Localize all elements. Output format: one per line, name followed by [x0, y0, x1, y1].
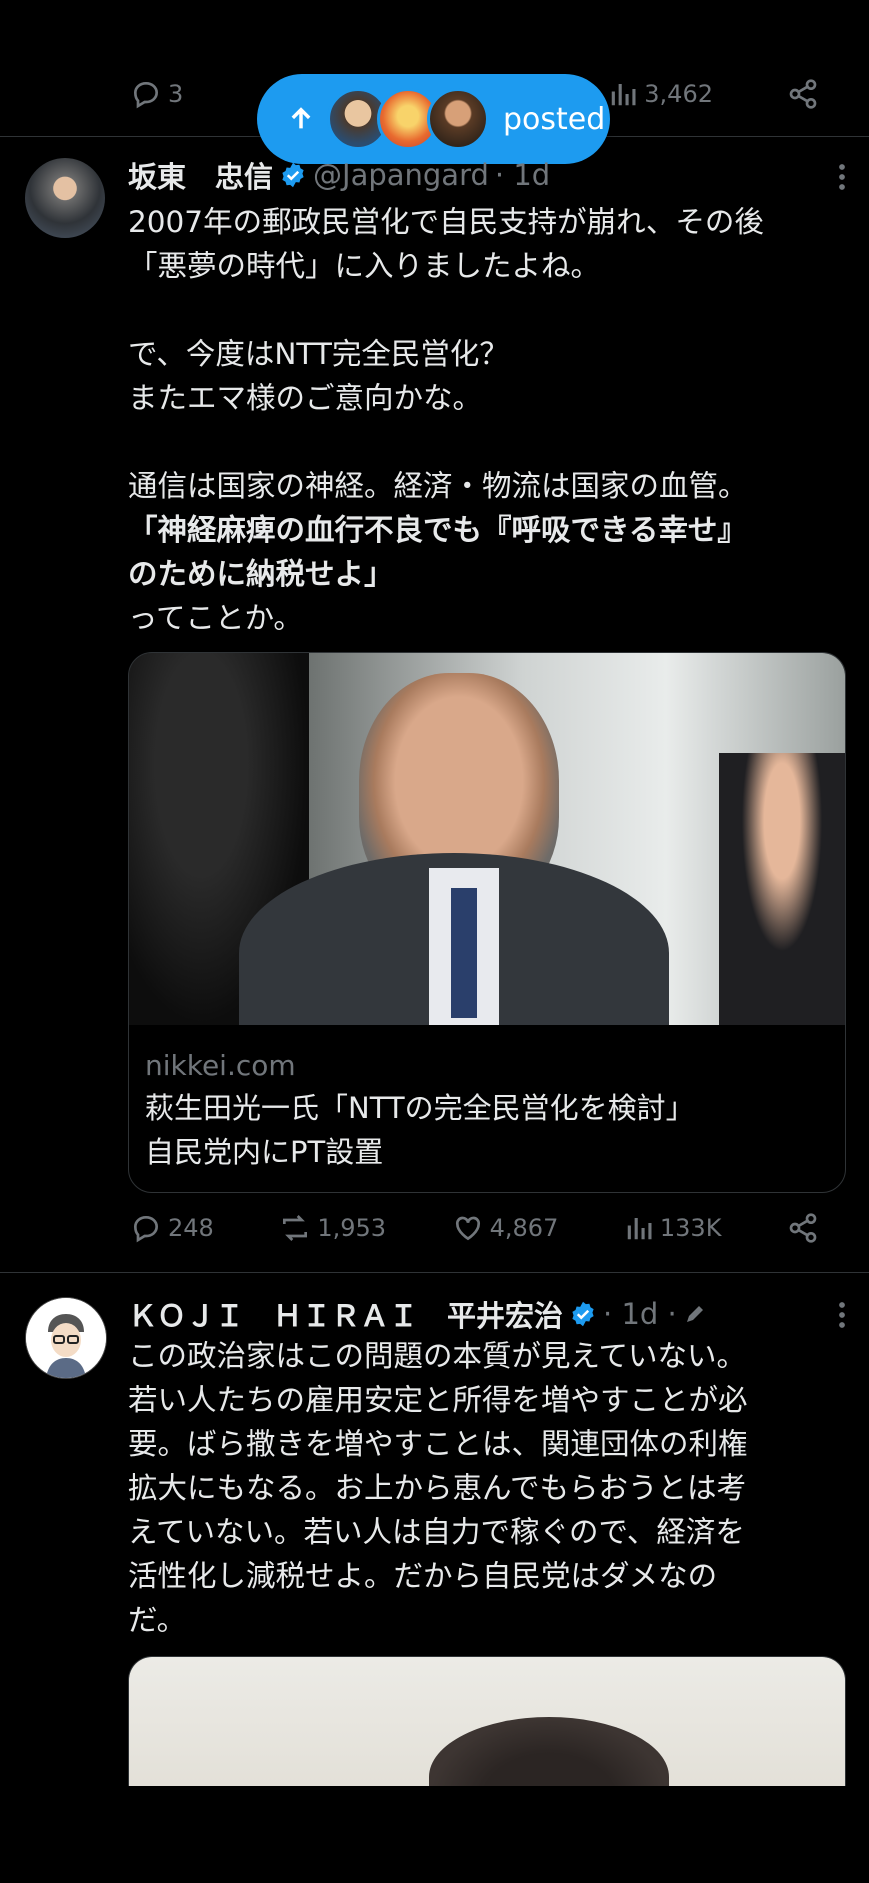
- share-icon: [787, 1212, 819, 1244]
- avatar[interactable]: [25, 158, 105, 238]
- media-image[interactable]: [128, 1656, 846, 1787]
- tweet-line: 2007年の郵政民営化で自民支持が崩れ、その後: [128, 205, 764, 239]
- tweet-line: 要。ばら撒きを増やすことは、関連団体の利権: [128, 1427, 748, 1461]
- link-card-image: [129, 653, 845, 1025]
- reply-button[interactable]: 248: [130, 1212, 214, 1244]
- like-button[interactable]: 4,867: [452, 1212, 559, 1244]
- tweet-actions: 248 1,953 4,867 133K: [130, 1212, 819, 1244]
- link-card[interactable]: nikkei.com 萩生田光一氏「NTTの完全民営化を検討」 自民党内にPT設…: [128, 652, 846, 1193]
- reply-icon: [130, 1212, 162, 1244]
- link-card-title-line: 自民党内にPT設置: [145, 1135, 384, 1169]
- tweet-text: 2007年の郵政民営化で自民支持が崩れ、その後 「悪夢の時代」に入りましたよね。…: [128, 200, 845, 640]
- tweet-line: で、今度はNTT完全民営化？: [128, 337, 509, 371]
- divider: [0, 1272, 869, 1273]
- avatar-illustration: [26, 1298, 106, 1378]
- tweet-header: 坂東 忠信 @Japangard · 1d: [128, 154, 849, 196]
- heart-icon: [452, 1212, 484, 1244]
- tweet-header: ＫＯＪＩ ＨＩＲＡＩ 平井宏治 · 1d ·: [128, 1293, 849, 1335]
- views-icon: [608, 79, 638, 109]
- tweet-text: この政治家はこの問題の本質が見えていない。 若い人たちの雇用安定と所得を増やすこ…: [128, 1334, 845, 1642]
- repost-icon: [279, 1212, 311, 1244]
- verified-badge-icon: [279, 161, 307, 189]
- views-button[interactable]: 3,462: [608, 79, 713, 109]
- tweet-line: 「悪夢の時代」に入りましたよね。: [128, 249, 601, 283]
- timestamp[interactable]: · 1d: [495, 158, 550, 192]
- edited-pencil-icon: [683, 1302, 707, 1326]
- share-button[interactable]: [787, 1212, 819, 1244]
- share-button[interactable]: [787, 78, 819, 110]
- verified-badge-icon: [569, 1300, 597, 1328]
- tweet-line: えていない。若い人は自力で稼ぐので、経済を: [128, 1515, 745, 1549]
- reply-icon: [130, 78, 162, 110]
- new-posts-pill[interactable]: posted: [257, 74, 610, 164]
- repost-button[interactable]: 1,953: [279, 1212, 386, 1244]
- handle[interactable]: @Japangard: [313, 158, 489, 192]
- views-count: 133K: [659, 1214, 722, 1242]
- arrow-up-icon: [287, 105, 315, 133]
- views-icon: [624, 1213, 654, 1243]
- posted-label: posted: [503, 101, 606, 137]
- more-options-icon[interactable]: [837, 162, 847, 192]
- reply-button[interactable]: 3: [130, 78, 183, 110]
- tweet-line: だ。: [128, 1603, 187, 1637]
- link-card-title-line: 萩生田光一氏「NTTの完全民営化を検討」: [145, 1091, 695, 1125]
- link-card-title: 萩生田光一氏「NTTの完全民営化を検討」 自民党内にPT設置: [145, 1086, 829, 1174]
- tweet-line: 拡大にもなる。お上から恵んでもらおうとは考: [128, 1471, 747, 1505]
- views-count: 3,462: [644, 80, 713, 108]
- views-button[interactable]: 133K: [624, 1213, 722, 1243]
- display-name[interactable]: ＫＯＪＩ ＨＩＲＡＩ 平井宏治: [128, 1293, 563, 1335]
- tweet-line: またエマ様のご意向かな。: [128, 381, 483, 415]
- tweet-line: のために納税せよ」: [128, 557, 394, 591]
- tweet-line: この政治家はこの問題の本質が見えていない。: [128, 1339, 747, 1373]
- display-name[interactable]: 坂東 忠信: [128, 154, 273, 196]
- tweet-line: 「神経麻痺の血行不良でも『呼吸できる幸せ』: [128, 513, 747, 547]
- tweet-line: ってことか。: [128, 601, 303, 635]
- reply-count: 248: [168, 1214, 214, 1242]
- posted-avatars: [327, 88, 489, 150]
- bottom-blank: [0, 1786, 869, 1883]
- tweet-line: 通信は国家の神経。経済・物流は国家の血管。: [128, 469, 748, 503]
- reply-count: 3: [168, 80, 184, 108]
- timestamp[interactable]: · 1d ·: [603, 1297, 677, 1331]
- avatar[interactable]: [25, 1297, 107, 1379]
- like-count: 4,867: [489, 1214, 559, 1242]
- tweet-line: 若い人たちの雇用安定と所得を増やすことが必: [128, 1383, 748, 1417]
- repost-count: 1,953: [317, 1214, 387, 1242]
- avatar: [427, 88, 489, 150]
- tweet-line: 活性化し減税せよ。だから自民党はダメなの: [128, 1559, 718, 1593]
- share-icon: [787, 78, 819, 110]
- more-options-icon[interactable]: [837, 1300, 847, 1330]
- link-card-domain: nikkei.com: [145, 1049, 296, 1082]
